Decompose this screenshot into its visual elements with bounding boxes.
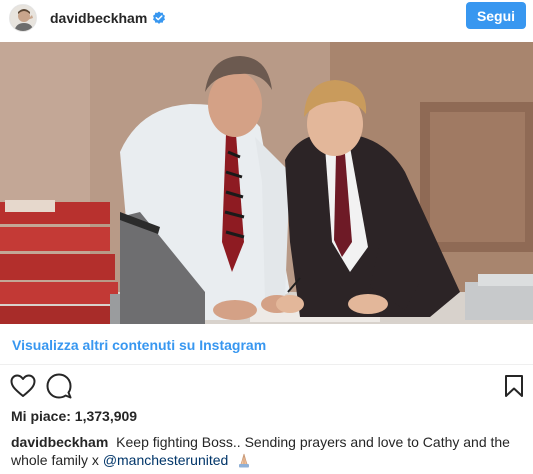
post-caption: davidbeckham Keep fighting Boss.. Sendin… [11, 433, 526, 469]
caption-username-link[interactable]: davidbeckham [11, 434, 108, 450]
likes-count[interactable]: Mi piace: 1,373,909 [11, 408, 137, 424]
avatar[interactable] [9, 4, 37, 32]
verified-badge-icon [152, 11, 166, 25]
heart-icon[interactable] [9, 372, 37, 400]
post-actions [0, 372, 533, 402]
more-on-instagram-link[interactable]: Visualizza altri contenuti su Instagram [12, 337, 266, 353]
post-header: davidbeckham Segui [0, 0, 533, 36]
post-photo[interactable] [0, 42, 533, 324]
bookmark-icon[interactable] [500, 372, 528, 400]
mention-link[interactable]: @manchesterunited [103, 452, 229, 468]
comment-icon[interactable] [45, 372, 73, 400]
praying-hands-emoji [236, 452, 252, 468]
follow-button[interactable]: Segui [466, 2, 526, 29]
divider [0, 364, 533, 365]
username-link[interactable]: davidbeckham [50, 10, 147, 26]
